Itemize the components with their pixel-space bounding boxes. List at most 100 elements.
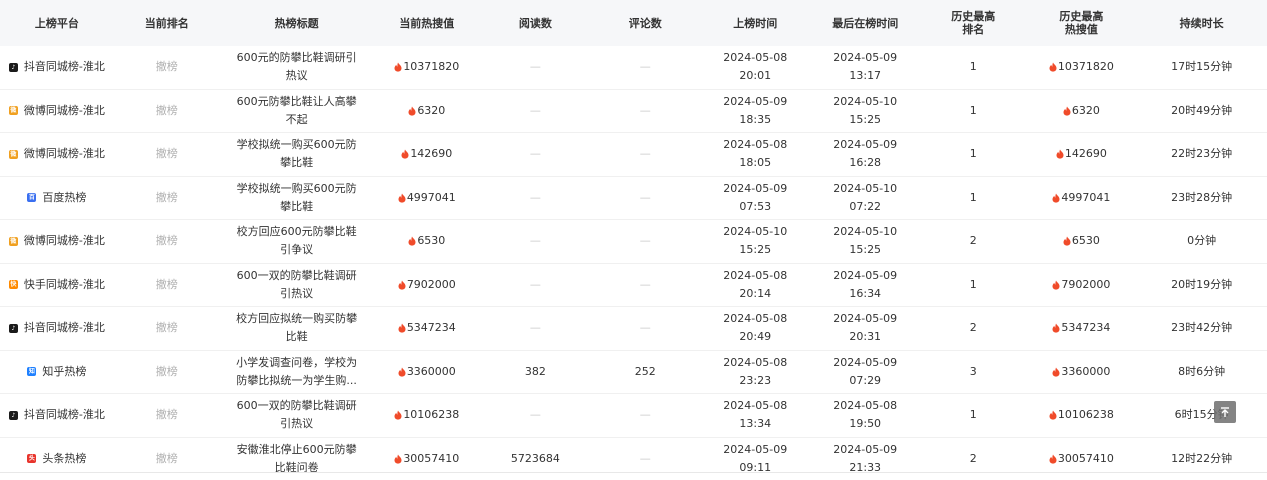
duration: 8时6分钟 <box>1178 364 1226 378</box>
table-row[interactable]: 头 头条热榜 撤榜 安徽淮北停止600元防攀比鞋问卷 30057410 5723… <box>0 438 1267 472</box>
topic-title-cell[interactable]: 校方回应拟统一购买防攀比鞋 <box>220 310 373 346</box>
table-bottom-border <box>0 472 1267 480</box>
topic-title-link[interactable]: 校方回应600元防攀比鞋引争议 <box>232 223 362 259</box>
topic-title-cell[interactable]: 学校拟统一购买600元防攀比鞋 <box>220 136 373 172</box>
platform-cell[interactable]: ♪ 抖音同城榜-淮北 <box>0 319 114 337</box>
comments-count: — <box>639 451 651 465</box>
header-platform[interactable]: 上榜平台 <box>0 17 114 30</box>
topic-title-cell[interactable]: 小学发调查问卷，学校为防攀比拟统一为学生购... <box>220 354 373 390</box>
history-best-rank: 3 <box>969 364 977 378</box>
topic-title-link[interactable]: 小学发调查问卷，学校为防攀比拟统一为学生购... <box>232 354 362 390</box>
table-row[interactable]: ♪ 抖音同城榜-淮北 撤榜 600元的防攀比鞋调研引热议 10371820 — … <box>0 46 1267 90</box>
header-last-time[interactable]: 最后在榜时间 <box>810 17 920 30</box>
history-best-heat-value: 6320 <box>1071 103 1100 117</box>
history-best-heat-cell: 142690 <box>1026 145 1136 163</box>
header-comments[interactable]: 评论数 <box>590 17 700 30</box>
last-on-list-date: 2024-05-09 <box>833 312 898 326</box>
flame-icon <box>1052 367 1060 377</box>
history-best-heat-value: 3360000 <box>1061 364 1111 378</box>
current-heat-value: 10106238 <box>403 408 460 422</box>
weibo-icon: 微 <box>8 236 18 246</box>
arrow-up-icon <box>1221 407 1229 417</box>
duration: 12时22分钟 <box>1171 451 1233 465</box>
platform-cell[interactable]: 百 百度热榜 <box>0 189 114 207</box>
comments-count: — <box>639 277 651 291</box>
current-heat-value: 6320 <box>417 103 446 117</box>
table-row[interactable]: 知 知乎热榜 撤榜 小学发调查问卷，学校为防攀比拟统一为学生购... 33600… <box>0 351 1267 394</box>
table-row[interactable]: 微 微博同城榜-淮北 撤榜 学校拟统一购买600元防攀比鞋 142690 — —… <box>0 133 1267 177</box>
reads-count: 5723684 <box>510 451 560 465</box>
on-list-clock: 20:49 <box>739 330 772 344</box>
topic-title-cell[interactable]: 600一双的防攀比鞋调研引热议 <box>220 397 373 433</box>
duration: 22时23分钟 <box>1171 147 1233 161</box>
on-list-date: 2024-05-10 <box>723 225 788 239</box>
header-current-heat[interactable]: 当前热搜值 <box>373 17 480 30</box>
topic-title-link[interactable]: 600一双的防攀比鞋调研引热议 <box>232 267 362 303</box>
table-row[interactable]: 微 微博同城榜-淮北 撤榜 校方回应600元防攀比鞋引争议 6530 — — 2… <box>0 220 1267 264</box>
platform-cell[interactable]: 头 头条热榜 <box>0 450 114 468</box>
header-on-time[interactable]: 上榜时间 <box>700 17 810 30</box>
baidu-icon: 百 <box>27 193 37 203</box>
topic-title-link[interactable]: 学校拟统一购买600元防攀比鞋 <box>232 136 362 172</box>
hot-list-table: 上榜平台 当前排名 热榜标题 当前热搜值 阅读数 评论数 上榜时间 最后在榜时间… <box>0 0 1267 472</box>
table-row[interactable]: 百 百度热榜 撤榜 学校拟统一购买600元防攀比鞋 4997041 — — 20… <box>0 177 1267 220</box>
header-title[interactable]: 热榜标题 <box>220 17 373 30</box>
on-list-time: 2024-05-09 09:11 <box>700 441 810 472</box>
current-rank: 撤榜 <box>155 147 178 161</box>
table-row[interactable]: ♪ 抖音同城榜-淮北 撤榜 校方回应拟统一购买防攀比鞋 5347234 — — … <box>0 307 1267 351</box>
flame-icon <box>1049 454 1057 464</box>
history-best-heat-cell: 6320 <box>1026 102 1136 120</box>
platform-cell[interactable]: 知 知乎热榜 <box>0 363 114 381</box>
topic-title-link[interactable]: 学校拟统一购买600元防攀比鞋 <box>232 180 362 216</box>
current-heat-cell: 10371820 <box>373 58 480 76</box>
flame-icon <box>408 236 416 246</box>
topic-title-link[interactable]: 600元的防攀比鞋调研引热议 <box>232 49 362 85</box>
header-hist-heat[interactable]: 历史最高 热搜值 <box>1026 10 1136 36</box>
topic-title-cell[interactable]: 学校拟统一购买600元防攀比鞋 <box>220 180 373 216</box>
header-duration[interactable]: 持续时长 <box>1136 17 1267 30</box>
platform-cell[interactable]: 微 微博同城榜-淮北 <box>0 145 114 163</box>
header-current-rank[interactable]: 当前排名 <box>114 17 220 30</box>
on-list-date: 2024-05-09 <box>723 181 788 195</box>
reads-count: — <box>529 277 541 291</box>
history-best-heat-value: 10371820 <box>1057 60 1114 74</box>
table-row[interactable]: 微 微博同城榜-淮北 撤榜 600元防攀比鞋让人高攀不起 6320 — — 20… <box>0 90 1267 133</box>
flame-icon <box>1052 193 1060 203</box>
topic-title-cell[interactable]: 校方回应600元防攀比鞋引争议 <box>220 223 373 259</box>
header-hist-rank[interactable]: 历史最高 排名 <box>920 10 1026 36</box>
current-heat-value: 7902000 <box>406 277 456 291</box>
topic-title-cell[interactable]: 600元的防攀比鞋调研引热议 <box>220 49 373 85</box>
topic-title-link[interactable]: 校方回应拟统一购买防攀比鞋 <box>232 310 362 346</box>
header-reads[interactable]: 阅读数 <box>480 17 590 30</box>
current-heat-value: 6530 <box>417 234 446 248</box>
current-rank: 撤榜 <box>155 408 178 422</box>
table-row[interactable]: ♪ 抖音同城榜-淮北 撤榜 600一双的防攀比鞋调研引热议 10106238 —… <box>0 394 1267 438</box>
last-on-list-date: 2024-05-09 <box>833 355 898 369</box>
comments-count: — <box>639 60 651 74</box>
platform-cell[interactable]: 快 快手同城榜-淮北 <box>0 276 114 294</box>
platform-cell[interactable]: ♪ 抖音同城榜-淮北 <box>0 406 114 424</box>
topic-title-link[interactable]: 600元防攀比鞋让人高攀不起 <box>232 93 362 129</box>
history-best-rank: 2 <box>969 451 977 465</box>
history-best-heat-value: 142690 <box>1064 147 1107 161</box>
current-heat-cell: 142690 <box>373 145 480 163</box>
on-list-clock: 09:11 <box>739 460 772 472</box>
comments-count: — <box>639 190 651 204</box>
history-best-heat-cell: 10371820 <box>1026 58 1136 76</box>
current-heat-cell: 30057410 <box>373 450 480 468</box>
last-on-list-clock: 16:28 <box>849 156 882 170</box>
back-to-top-button[interactable] <box>1214 401 1236 423</box>
history-best-heat-value: 7902000 <box>1061 277 1111 291</box>
topic-title-cell[interactable]: 安徽淮北停止600元防攀比鞋问卷 <box>220 441 373 472</box>
topic-title-cell[interactable]: 600一双的防攀比鞋调研引热议 <box>220 267 373 303</box>
last-on-list-time: 2024-05-09 13:17 <box>810 49 920 85</box>
topic-title-cell[interactable]: 600元防攀比鞋让人高攀不起 <box>220 93 373 129</box>
table-row[interactable]: 快 快手同城榜-淮北 撤榜 600一双的防攀比鞋调研引热议 7902000 — … <box>0 264 1267 307</box>
on-list-date: 2024-05-08 <box>723 268 788 282</box>
platform-cell[interactable]: ♪ 抖音同城榜-淮北 <box>0 58 114 76</box>
topic-title-link[interactable]: 600一双的防攀比鞋调研引热议 <box>232 397 362 433</box>
platform-cell[interactable]: 微 微博同城榜-淮北 <box>0 232 114 250</box>
topic-title-link[interactable]: 安徽淮北停止600元防攀比鞋问卷 <box>232 441 362 472</box>
platform-cell[interactable]: 微 微博同城榜-淮北 <box>0 102 114 120</box>
last-on-list-clock: 15:25 <box>849 243 882 257</box>
